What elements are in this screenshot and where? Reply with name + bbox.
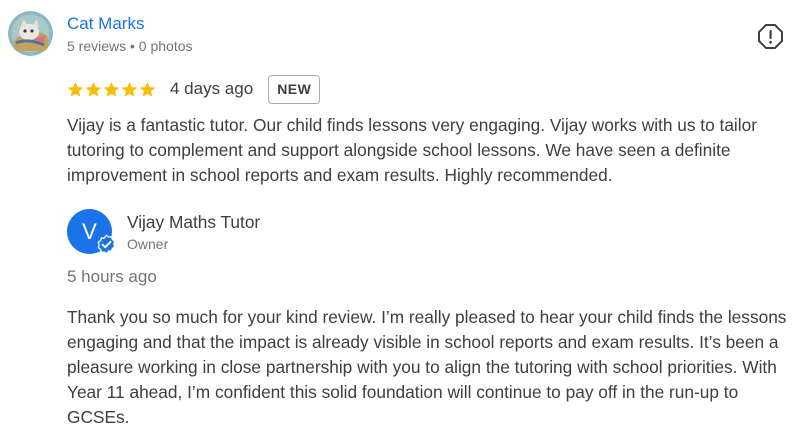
star-icon: [85, 81, 102, 97]
verified-check-icon: [97, 234, 116, 255]
reviewer-avatar[interactable]: [8, 11, 53, 56]
star-icon: [139, 81, 156, 97]
reply-text: Thank you so much for your kind review. …: [67, 307, 787, 427]
new-badge: NEW: [268, 74, 321, 104]
star-rating: [67, 81, 156, 98]
rating-row: 4 days ago NEW: [67, 74, 321, 104]
owner-name: Vijay Maths Tutor: [127, 212, 261, 232]
report-icon: [758, 24, 783, 49]
star-icon: [103, 81, 120, 97]
verified-badge: [96, 234, 117, 255]
reviewer-name[interactable]: Cat Marks: [67, 14, 144, 34]
star-icon: [67, 81, 84, 97]
cat-avatar-icon: [8, 11, 53, 56]
star-icon: [121, 81, 138, 97]
review-time: 4 days ago: [170, 79, 254, 98]
review-text: Vijay is a fantastic tutor. Our child fi…: [67, 115, 757, 185]
report-review-button[interactable]: [757, 23, 784, 50]
reply-time: 5 hours ago: [67, 267, 157, 286]
owner-avatar-initial: V: [82, 218, 97, 244]
reviewer-meta: 5 reviews • 0 photos: [67, 38, 193, 54]
review-card: Cat Marks 5 reviews • 0 photos 4 days ag…: [0, 0, 800, 433]
owner-role: Owner: [127, 236, 169, 252]
